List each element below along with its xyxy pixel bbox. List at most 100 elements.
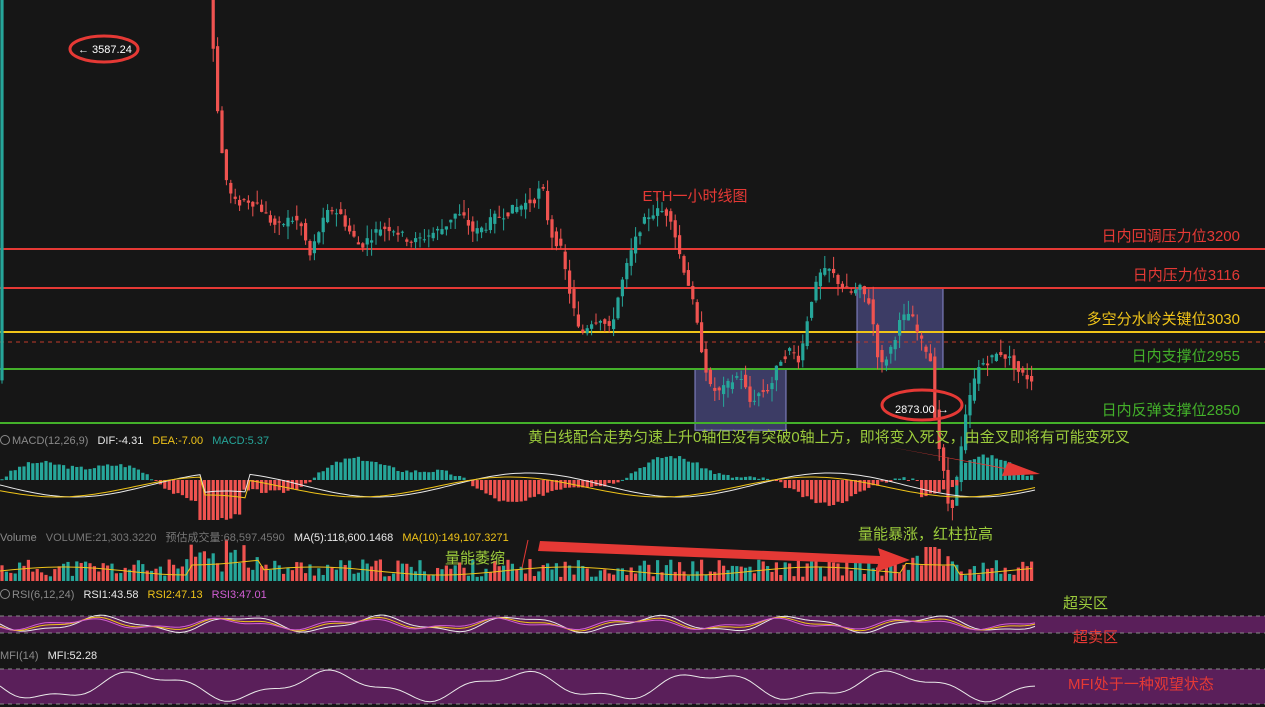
candle-body bbox=[585, 328, 589, 334]
settings-icon[interactable] bbox=[0, 589, 10, 599]
macd-histogram-bar bbox=[35, 463, 39, 480]
macd-histogram-bar bbox=[827, 480, 831, 506]
macd-histogram-bar bbox=[326, 467, 330, 480]
candle-body bbox=[568, 270, 572, 294]
macd-histogram-bar bbox=[484, 480, 488, 494]
candle-body bbox=[788, 348, 792, 351]
candle-body bbox=[603, 319, 607, 324]
volume-bar bbox=[752, 573, 756, 581]
volume-bar bbox=[348, 560, 352, 581]
macd-histogram-bar bbox=[598, 480, 602, 487]
macd-histogram-bar bbox=[409, 472, 413, 480]
macd-histogram-bar bbox=[18, 466, 22, 480]
volume-bar bbox=[392, 573, 396, 581]
volume-bar bbox=[559, 576, 563, 581]
macd-histogram-bar bbox=[70, 465, 74, 480]
macd-histogram-bar bbox=[453, 476, 457, 480]
macd-histogram-bar bbox=[779, 480, 783, 483]
volume-bar bbox=[880, 575, 884, 581]
macd-histogram-bar bbox=[796, 480, 800, 492]
volume-bar bbox=[13, 573, 17, 581]
volume-bar bbox=[554, 563, 558, 581]
macd-histogram-bar bbox=[832, 480, 836, 506]
volume-bar bbox=[568, 565, 572, 581]
macd-histogram-bar bbox=[937, 480, 941, 493]
volume-bar bbox=[906, 569, 910, 581]
volume-bar bbox=[88, 563, 92, 581]
candle-body bbox=[656, 208, 660, 216]
volume-bar bbox=[216, 563, 220, 581]
candle-body bbox=[436, 228, 440, 231]
candle-body bbox=[339, 209, 343, 215]
macd-histogram-bar bbox=[427, 472, 431, 480]
volume-bar bbox=[792, 576, 796, 581]
volume-bar bbox=[53, 569, 57, 581]
macd-histogram-bar bbox=[550, 480, 554, 492]
volume-bar bbox=[524, 573, 528, 581]
settings-icon[interactable] bbox=[0, 435, 10, 445]
candle-body bbox=[792, 352, 796, 354]
candle-body bbox=[594, 322, 598, 324]
macd-histogram-bar bbox=[194, 480, 198, 502]
macd-histogram-bar bbox=[730, 477, 734, 480]
candle-body bbox=[660, 210, 664, 212]
macd-histogram-bar bbox=[656, 457, 660, 480]
macd-histogram-bar bbox=[123, 467, 127, 480]
rsi-name: RSI(6,12,24) bbox=[12, 589, 75, 601]
volume-bar bbox=[431, 574, 435, 581]
candle-body bbox=[365, 238, 369, 245]
candle-body bbox=[972, 378, 976, 401]
macd-histogram-bar bbox=[546, 480, 550, 493]
macd-histogram-bar bbox=[31, 463, 35, 480]
macd-histogram-bar bbox=[788, 480, 792, 489]
candle-body bbox=[893, 340, 897, 350]
macd-histogram-bar bbox=[748, 476, 752, 480]
volume-bar bbox=[572, 574, 576, 581]
volume-bar bbox=[563, 561, 567, 581]
volume-bar bbox=[299, 562, 303, 581]
volume-bar bbox=[312, 575, 316, 581]
macd-histogram-bar bbox=[576, 480, 580, 488]
candle-body bbox=[409, 241, 413, 243]
candle-body bbox=[950, 499, 954, 509]
volume-bar bbox=[603, 569, 607, 581]
macd-histogram-bar bbox=[229, 480, 233, 519]
candle-body bbox=[884, 359, 888, 366]
volume-shrink-label: 量能萎缩 bbox=[445, 550, 505, 567]
volume-bar bbox=[466, 575, 470, 581]
volume-bar bbox=[110, 563, 114, 581]
candle-body bbox=[264, 212, 268, 214]
volume-bar bbox=[986, 568, 990, 581]
volume-bar bbox=[942, 565, 946, 581]
candle-body bbox=[770, 383, 774, 390]
volume-bar bbox=[713, 571, 717, 581]
volume-bar bbox=[233, 549, 237, 581]
macd-histogram-bar bbox=[119, 464, 123, 480]
volume-bar bbox=[167, 559, 171, 581]
macd-histogram-bar bbox=[497, 480, 501, 502]
mfi-annotation: MFI处于一种观望状态 bbox=[1068, 676, 1214, 693]
candle-body bbox=[708, 369, 712, 385]
macd-histogram-bar bbox=[378, 464, 382, 480]
rsi-legend: RSI(6,12,24) RSI1:43.58 RSI2:47.13 RSI3:… bbox=[0, 589, 267, 601]
candle-body bbox=[563, 251, 567, 270]
candle-body bbox=[330, 210, 334, 212]
candle-body bbox=[528, 199, 532, 204]
candle-body bbox=[722, 385, 726, 395]
macd-histogram-bar bbox=[977, 456, 981, 480]
candle-body bbox=[911, 314, 915, 317]
macd-histogram-bar bbox=[418, 472, 422, 480]
volume-bar bbox=[26, 559, 30, 581]
candle-body bbox=[304, 223, 308, 241]
volume-bar bbox=[334, 569, 338, 581]
volume-bar bbox=[31, 571, 35, 581]
volume-bar bbox=[304, 573, 308, 581]
candle-body bbox=[942, 447, 946, 471]
candle-body bbox=[669, 211, 673, 222]
volume-bar bbox=[453, 565, 457, 581]
volume-ma5: MA(5):118,600.1468 bbox=[293, 532, 394, 544]
volume-bar bbox=[180, 566, 184, 581]
macd-histogram-bar bbox=[387, 465, 391, 480]
volume-bar bbox=[1030, 561, 1034, 581]
macd-histogram-bar bbox=[220, 480, 224, 518]
